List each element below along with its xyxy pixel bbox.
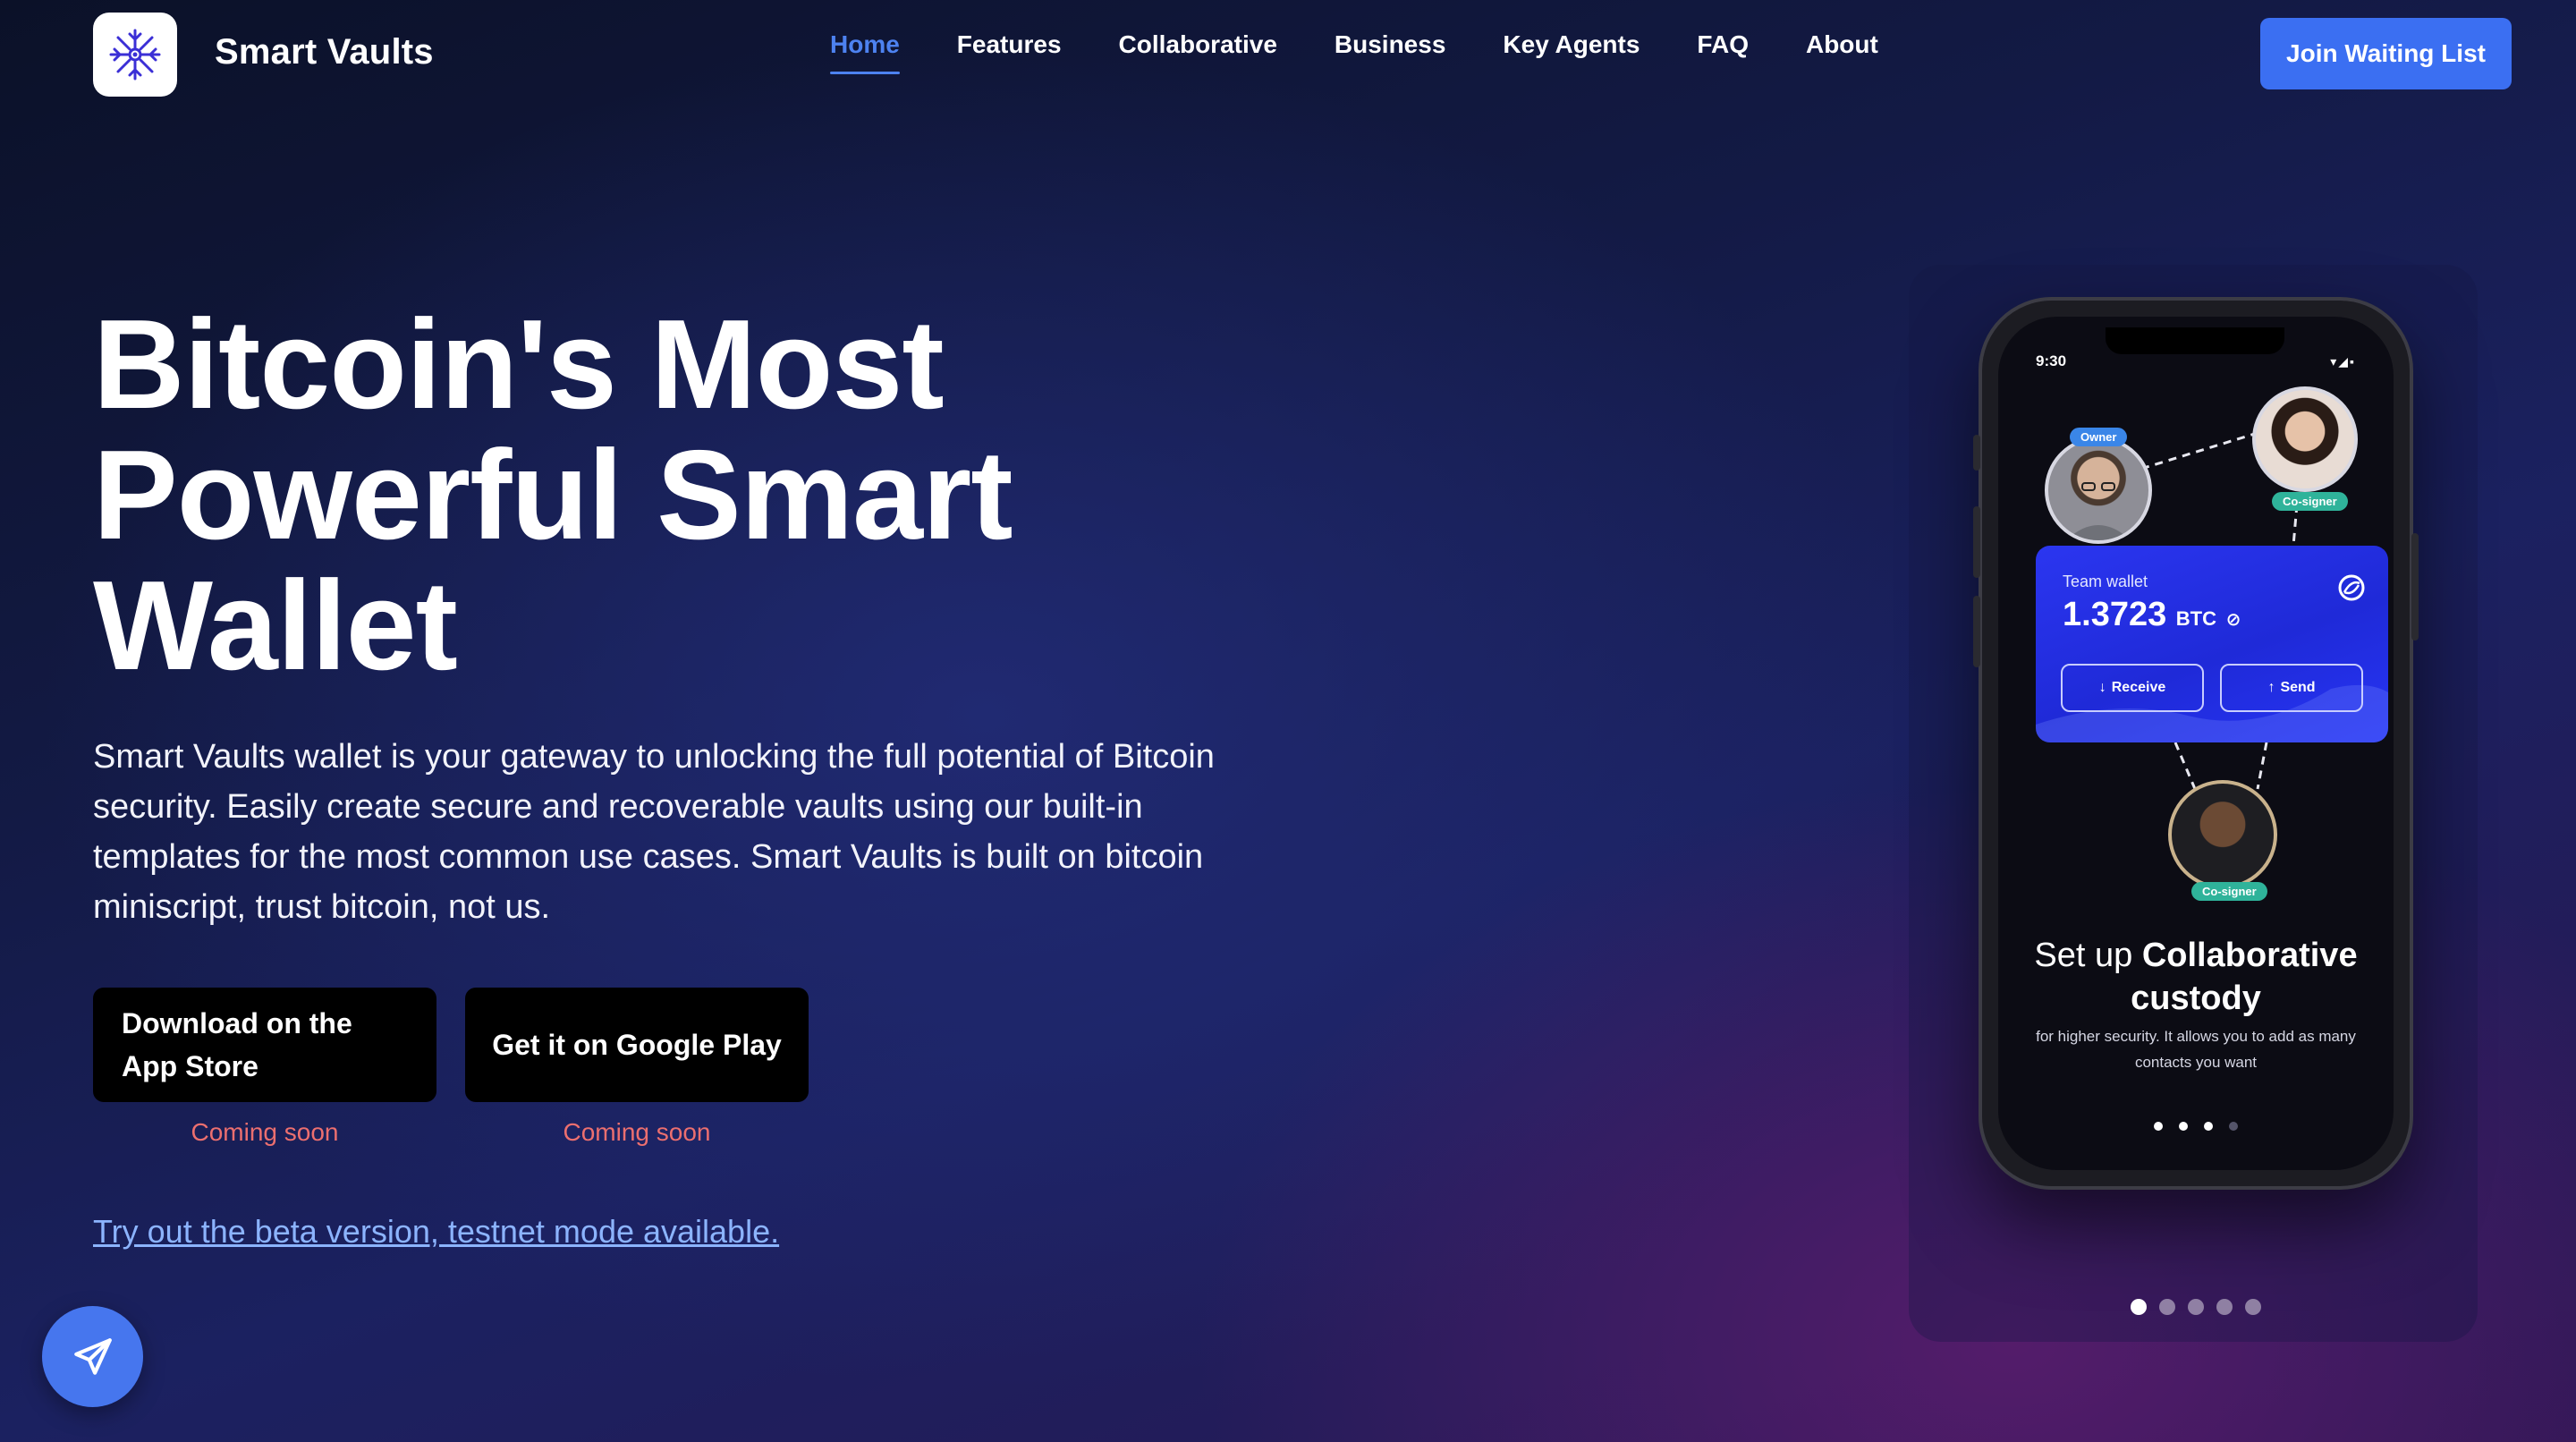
phone-screen: 9:30 ▾◢▪ Owner Co-signer Team wallet 1.3… (1998, 317, 2394, 1170)
onboarding-dot (2179, 1122, 2188, 1131)
join-waiting-list-button[interactable]: Join Waiting List (2260, 18, 2512, 89)
onboarding-dot (2229, 1122, 2238, 1131)
carousel-dot-4[interactable] (2216, 1299, 2233, 1315)
screen-heading-light: Set up (2034, 937, 2142, 974)
google-play-coming-soon: Coming soon (563, 1118, 711, 1146)
team-wallet-card[interactable]: Team wallet 1.3723 BTC ⊘ ↓ Receive ↑ Sen… (2036, 546, 2388, 742)
send-label: Send (2280, 680, 2316, 695)
nav-link-about[interactable]: About (1806, 30, 1878, 77)
verified-check-icon: ⊘ (2225, 610, 2241, 630)
snowflake-vault-icon (109, 29, 161, 81)
nav-link-features[interactable]: Features (957, 30, 1062, 77)
nav-link-business[interactable]: Business (1335, 30, 1446, 77)
carousel-dot-1[interactable] (2131, 1299, 2147, 1315)
onboarding-dots (1998, 1122, 2394, 1131)
main-nav: Home Features Collaborative Business Key… (830, 30, 1878, 77)
app-store-coming-soon: Coming soon (191, 1118, 339, 1146)
brand-logo[interactable] (93, 13, 177, 97)
arrow-up-icon: ↑ (2267, 680, 2275, 695)
nav-link-faq[interactable]: FAQ (1697, 30, 1749, 77)
app-store-line1: Download on the (122, 1007, 352, 1039)
owner-avatar (2045, 437, 2152, 544)
receive-label: Receive (2111, 680, 2166, 695)
hero-title-line: Wallet (93, 555, 458, 697)
cosigner-avatar-bottom (2168, 780, 2277, 889)
person-icon (2066, 482, 2131, 540)
wallet-unit: BTC (2175, 607, 2217, 630)
nav-link-home[interactable]: Home (830, 30, 900, 77)
carousel-dot-5[interactable] (2245, 1299, 2261, 1315)
screen-heading-bold: custody (2131, 980, 2261, 1017)
cosigner-avatar-top (2252, 386, 2358, 492)
onboarding-dot (2154, 1122, 2163, 1131)
nav-link-collaborative[interactable]: Collaborative (1119, 30, 1277, 77)
phone-side-button (1973, 596, 1980, 667)
carousel-dot-2[interactable] (2159, 1299, 2175, 1315)
wallet-label: Team wallet (2063, 573, 2148, 590)
google-play-button[interactable]: Get it on Google Play (465, 988, 809, 1102)
phone-side-button (1973, 506, 1980, 578)
hero-title-line: Bitcoin's Most (93, 293, 945, 436)
receive-button[interactable]: ↓ Receive (2061, 664, 2204, 712)
bitcoin-logo-icon (2338, 574, 2365, 601)
paper-plane-icon (73, 1337, 112, 1375)
screen-heading: Set up Collaborative custody (1998, 934, 2394, 1020)
phone-side-button (1973, 435, 1980, 471)
cosigner-tag-bottom: Co-signer (2191, 882, 2267, 901)
arrow-down-icon: ↓ (2098, 680, 2106, 695)
phone-mockup: 9:30 ▾◢▪ Owner Co-signer Team wallet 1.3… (1973, 297, 2419, 1190)
phone-side-button (2411, 533, 2419, 640)
carousel-dot-3[interactable] (2188, 1299, 2204, 1315)
cosigner-tag-top: Co-signer (2272, 492, 2348, 511)
onboarding-dot (2204, 1122, 2213, 1131)
send-button[interactable]: ↑ Send (2220, 664, 2363, 712)
hero-title: Bitcoin's Most Powerful Smart Wallet (93, 300, 1166, 691)
nav-link-key-agents[interactable]: Key Agents (1503, 30, 1640, 77)
app-store-button[interactable]: Download on the App Store (93, 988, 436, 1102)
carousel-pagination (2131, 1299, 2261, 1315)
wallet-amount-value: 1.3723 (2063, 596, 2167, 633)
beta-version-link[interactable]: Try out the beta version, testnet mode a… (93, 1213, 779, 1251)
hero-title-line: Powerful Smart (93, 424, 1013, 566)
screen-heading-bold: Collaborative (2141, 937, 2358, 974)
owner-tag: Owner (2070, 428, 2128, 446)
hero-description: Smart Vaults wallet is your gateway to u… (93, 738, 1215, 926)
top-navbar: Smart Vaults Home Features Collaborative… (0, 0, 2576, 107)
screen-subtext: for higher security. It allows you to ad… (2036, 1028, 2356, 1071)
app-store-line2: App Store (122, 1050, 258, 1082)
wallet-balance: 1.3723 BTC ⊘ (2063, 596, 2241, 634)
brand-name[interactable]: Smart Vaults (215, 32, 434, 72)
telegram-chat-button[interactable] (42, 1306, 143, 1407)
